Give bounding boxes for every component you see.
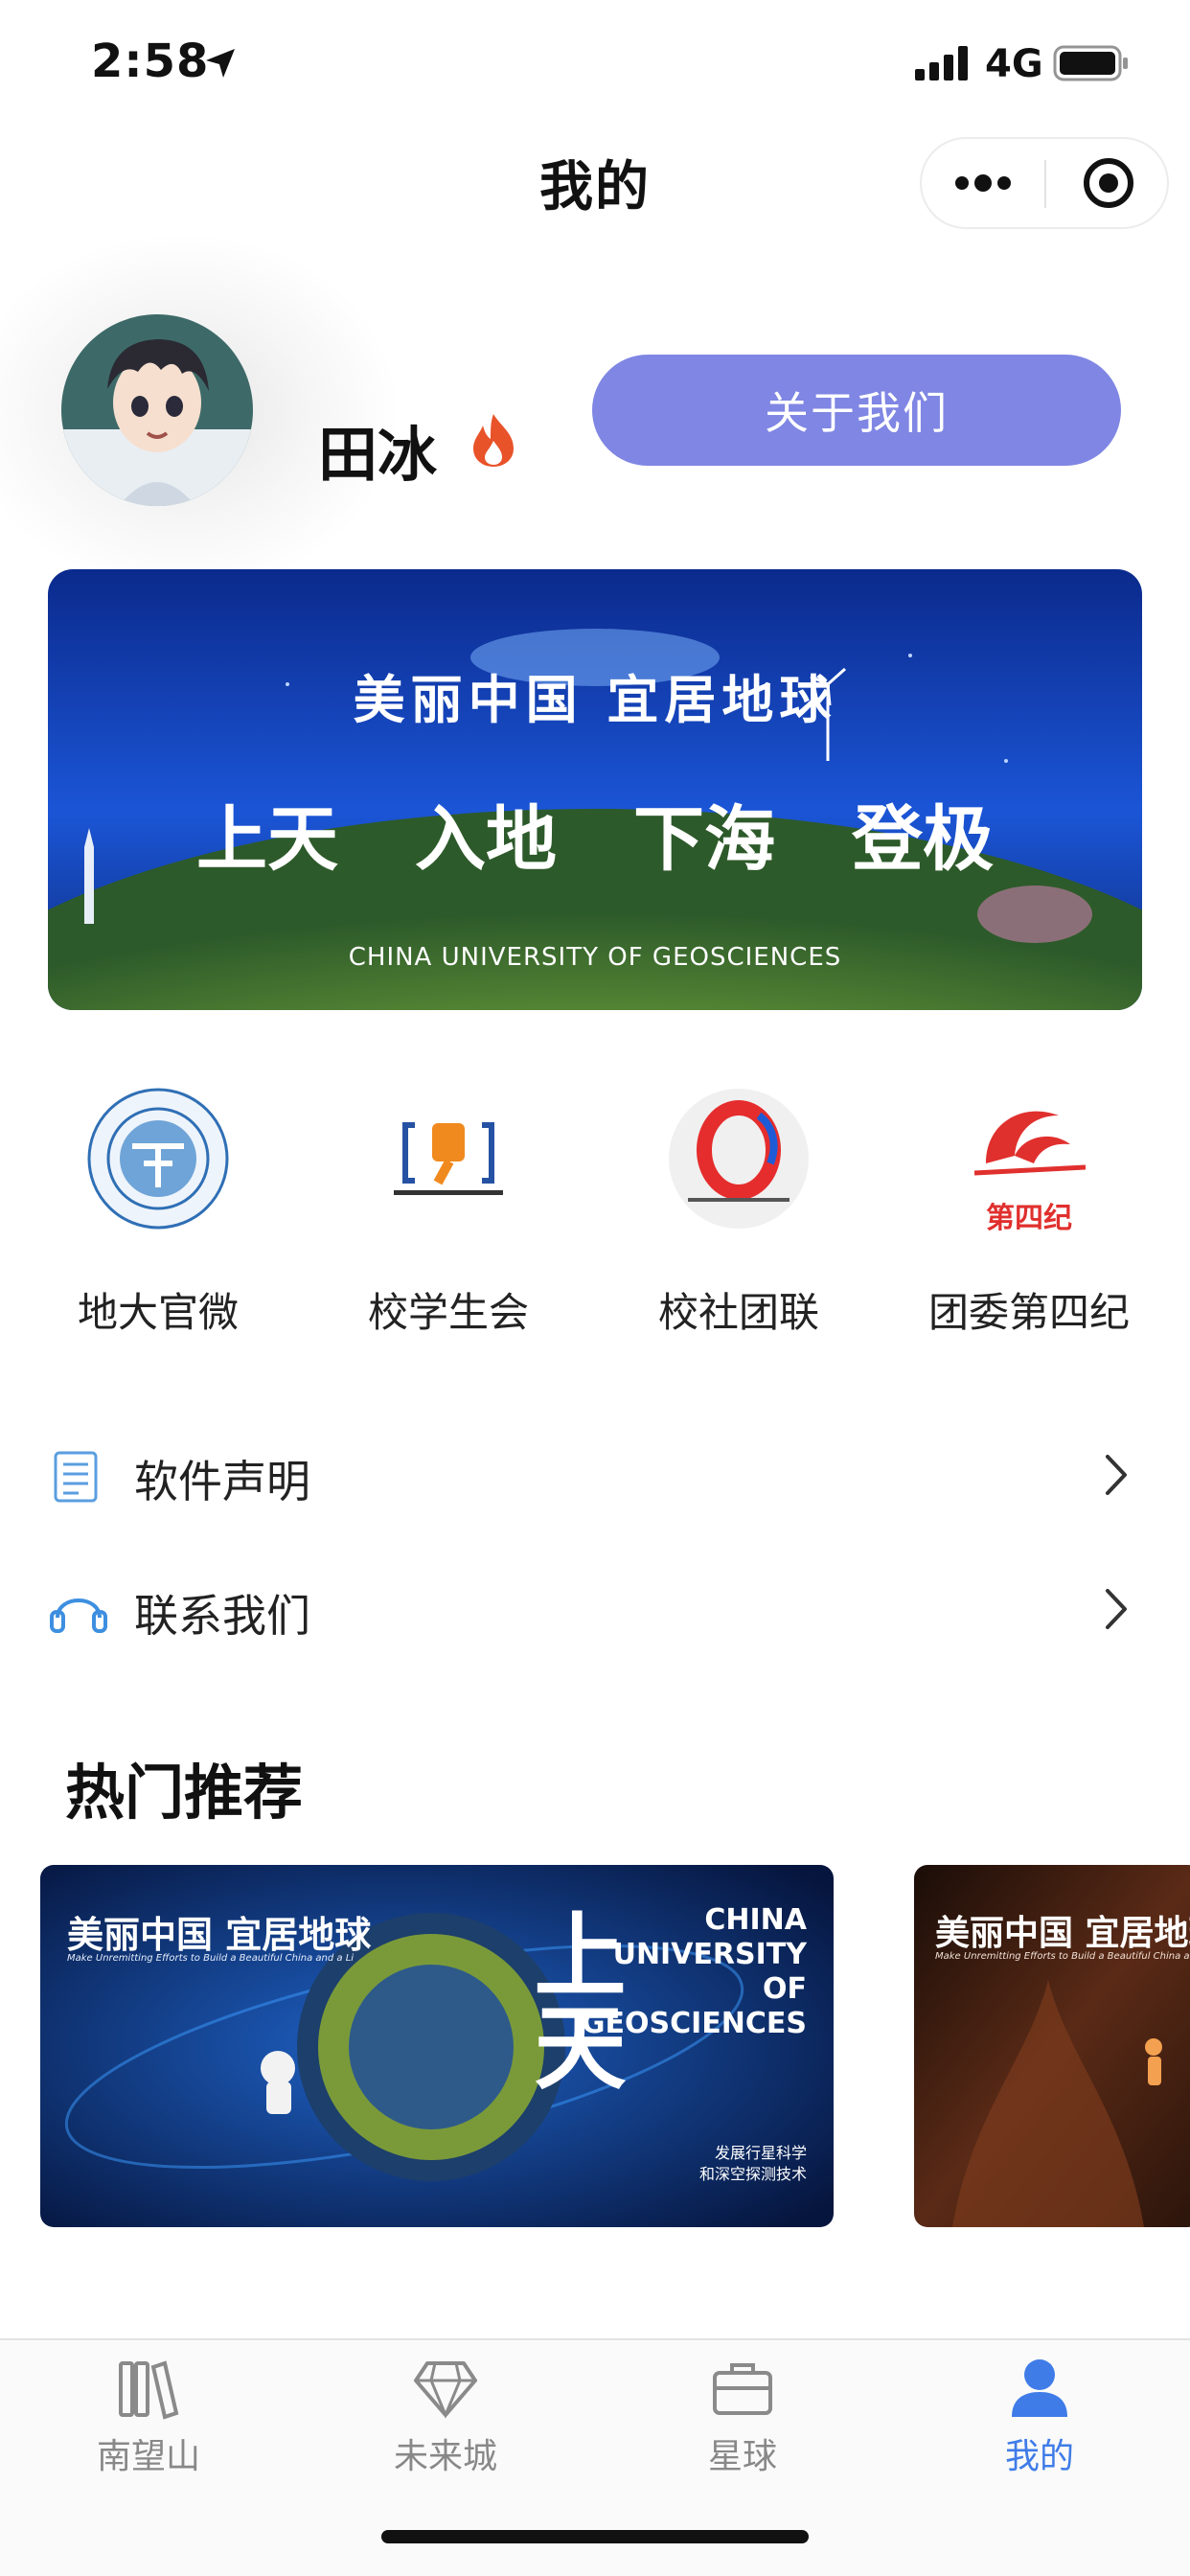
student-union-logo bbox=[394, 1122, 503, 1195]
recommendation-caption: 发展行星科学 和深空探测技术 bbox=[634, 2143, 807, 2185]
recommendation-subtitle: Make Unremitting Efforts to Build a Beau… bbox=[935, 1951, 1190, 1962]
location-arrow-icon bbox=[206, 49, 235, 78]
tab-xingqiu[interactable]: 星球 bbox=[594, 2340, 891, 2494]
books-icon bbox=[119, 2360, 179, 2420]
more-dots-icon bbox=[955, 174, 1011, 192]
capsule-divider bbox=[1044, 160, 1046, 208]
quick-link-label: 地大官微 bbox=[77, 1289, 239, 1336]
section-title: 热门推荐 bbox=[65, 1758, 304, 1828]
recommendation-card[interactable]: 美丽中国 宜居地球 Make Unremitting Efforts to Bu… bbox=[40, 1865, 834, 2227]
status-bar: 2:58 4G bbox=[0, 0, 1190, 134]
more-button[interactable] bbox=[922, 139, 1044, 227]
caption-line-1: 发展行星科学 bbox=[714, 2144, 807, 2162]
cug-seal-logo bbox=[87, 1088, 229, 1230]
quick-link-quaternary[interactable]: 第四纪 团委第四纪 bbox=[885, 1073, 1173, 1361]
avatar[interactable] bbox=[61, 314, 253, 506]
quick-link-club-federation[interactable]: 校社团联 bbox=[595, 1073, 882, 1361]
network-type: 4G bbox=[985, 42, 1043, 86]
username: 田冰 bbox=[318, 420, 438, 490]
status-time: 2:58 bbox=[91, 34, 210, 88]
fire-icon bbox=[473, 414, 514, 467]
menu-item-software-statement[interactable]: 软件声明 bbox=[0, 1418, 1190, 1533]
mini-program-capsule bbox=[920, 137, 1169, 229]
tab-nanwangshan[interactable]: 南望山 bbox=[0, 2340, 297, 2494]
banner-slogan-1: 上天 bbox=[196, 798, 338, 881]
menu-item-contact-us[interactable]: 联系我们 bbox=[0, 1552, 1190, 1668]
caption-line-2: 和深空探测技术 bbox=[698, 2165, 807, 2183]
target-close-icon bbox=[1084, 158, 1133, 208]
tab-weilaicheng[interactable]: 未来城 bbox=[297, 2340, 594, 2494]
recommendation-title: 美丽中国 宜居地球 bbox=[935, 1914, 1190, 1953]
tab-label: 星球 bbox=[707, 2437, 777, 2476]
quick-links: 地大官微 校学生会 校社团联 第四纪 团委第四纪 bbox=[0, 1073, 1190, 1361]
close-mini-program-button[interactable] bbox=[1048, 139, 1169, 227]
menu-item-label: 联系我们 bbox=[134, 1590, 310, 1642]
recommendation-card[interactable]: 美丽中国 宜居地球 Make Unremitting Efforts to Bu… bbox=[914, 1865, 1190, 2227]
tab-label: 南望山 bbox=[96, 2437, 200, 2476]
banner-slogan: 上天 入地 下海 登极 bbox=[48, 782, 1142, 885]
quaternary-logo-text: 第四纪 bbox=[986, 1202, 1072, 1235]
quick-link-student-union[interactable]: 校学生会 bbox=[305, 1073, 592, 1361]
menu-item-label: 软件声明 bbox=[134, 1456, 310, 1507]
tab-wode[interactable]: 我的 bbox=[891, 2340, 1188, 2494]
document-icon bbox=[54, 1451, 98, 1503]
about-us-button[interactable]: 关于我们 bbox=[592, 355, 1121, 466]
banner-slogan-2: 入地 bbox=[415, 798, 557, 881]
banner-slogan-3: 下海 bbox=[633, 798, 775, 881]
battery-icon bbox=[1053, 45, 1128, 81]
quick-link-label: 校学生会 bbox=[367, 1289, 529, 1336]
recommendation-title: 美丽中国 宜居地球 bbox=[67, 1914, 372, 1956]
quick-link-label: 校社团联 bbox=[657, 1289, 819, 1336]
banner-title: 美丽中国 宜居地球 bbox=[353, 669, 837, 730]
chevron-right-icon bbox=[1106, 1589, 1127, 1629]
tab-label: 我的 bbox=[1004, 2437, 1074, 2476]
banner-caption: CHINA UNIVERSITY OF GEOSCIENCES bbox=[348, 943, 842, 972]
chevron-right-icon bbox=[1106, 1455, 1127, 1495]
diamond-icon bbox=[414, 2361, 477, 2419]
recommendation-big-text: 上天 bbox=[518, 1907, 626, 2091]
headset-icon bbox=[50, 1598, 107, 1633]
club-federation-logo bbox=[669, 1089, 809, 1229]
recommendation-subtitle: Make Unremitting Efforts to Build a Beau… bbox=[67, 1953, 355, 1964]
home-indicator bbox=[381, 2530, 809, 2543]
person-icon bbox=[1012, 2359, 1067, 2417]
signal-icon bbox=[915, 46, 968, 80]
banner-slogan-4: 登极 bbox=[852, 798, 994, 881]
quick-link-official-weibo[interactable]: 地大官微 bbox=[14, 1073, 302, 1361]
tab-label: 未来城 bbox=[393, 2437, 497, 2476]
avatar-image bbox=[61, 314, 253, 506]
briefcase-icon bbox=[713, 2363, 772, 2415]
quick-link-label: 团委第四纪 bbox=[927, 1289, 1130, 1336]
banner[interactable]: 美丽中国 宜居地球 上天 入地 下海 登极 CHINA UNIVERSITY O… bbox=[48, 569, 1142, 1010]
